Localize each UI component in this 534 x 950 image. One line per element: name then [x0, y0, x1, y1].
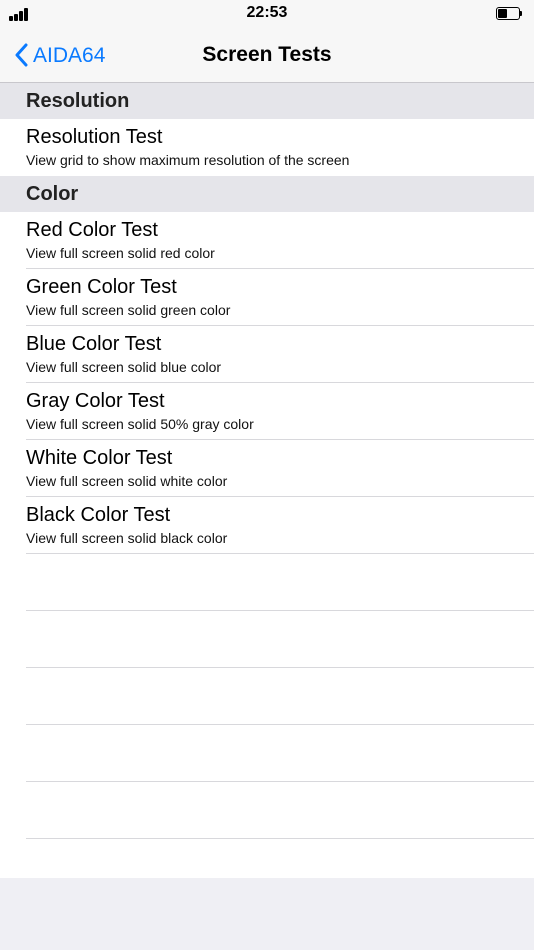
list-item-black-color-test[interactable]: Black Color Test View full screen solid … — [0, 497, 534, 554]
list-item-subtitle: View grid to show maximum resolution of … — [26, 152, 350, 168]
bottom-area — [0, 878, 534, 950]
list-item-subtitle: View full screen solid red color — [26, 245, 215, 261]
test-list: Resolution Resolution Test View grid to … — [0, 83, 534, 878]
list-item-title: Resolution Test — [26, 126, 163, 148]
empty-row — [0, 725, 534, 782]
navigation-bar: AIDA64 Screen Tests — [0, 28, 534, 83]
row-separator — [26, 838, 534, 839]
list-item-gray-color-test[interactable]: Gray Color Test View full screen solid 5… — [0, 383, 534, 440]
list-item-white-color-test[interactable]: White Color Test View full screen solid … — [0, 440, 534, 497]
list-item-title: Red Color Test — [26, 219, 158, 241]
list-item-title: Gray Color Test — [26, 390, 165, 412]
list-item-green-color-test[interactable]: Green Color Test View full screen solid … — [0, 269, 534, 326]
list-item-title: Green Color Test — [26, 276, 177, 298]
page-title: Screen Tests — [202, 43, 332, 66]
section-header-resolution: Resolution — [0, 83, 534, 119]
empty-row — [0, 611, 534, 668]
list-item-subtitle: View full screen solid black color — [26, 530, 228, 546]
empty-row — [0, 668, 534, 725]
section-header-color: Color — [0, 176, 534, 212]
list-item-title: Black Color Test — [26, 504, 171, 526]
list-item-subtitle: View full screen solid blue color — [26, 359, 222, 375]
battery-icon — [496, 7, 522, 20]
list-item-subtitle: View full screen solid white color — [26, 473, 228, 489]
list-item-subtitle: View full screen solid 50% gray color — [26, 416, 254, 432]
empty-row — [0, 554, 534, 611]
list-item-blue-color-test[interactable]: Blue Color Test View full screen solid b… — [0, 326, 534, 383]
status-bar: 22:53 — [0, 0, 534, 28]
list-item-resolution-test[interactable]: Resolution Test View grid to show maximu… — [0, 119, 534, 176]
list-item-title: White Color Test — [26, 447, 173, 469]
list-item-subtitle: View full screen solid green color — [26, 302, 231, 318]
status-time: 22:53 — [246, 4, 288, 21]
empty-row — [0, 782, 534, 839]
list-item-red-color-test[interactable]: Red Color Test View full screen solid re… — [0, 212, 534, 269]
list-item-title: Blue Color Test — [26, 333, 162, 355]
